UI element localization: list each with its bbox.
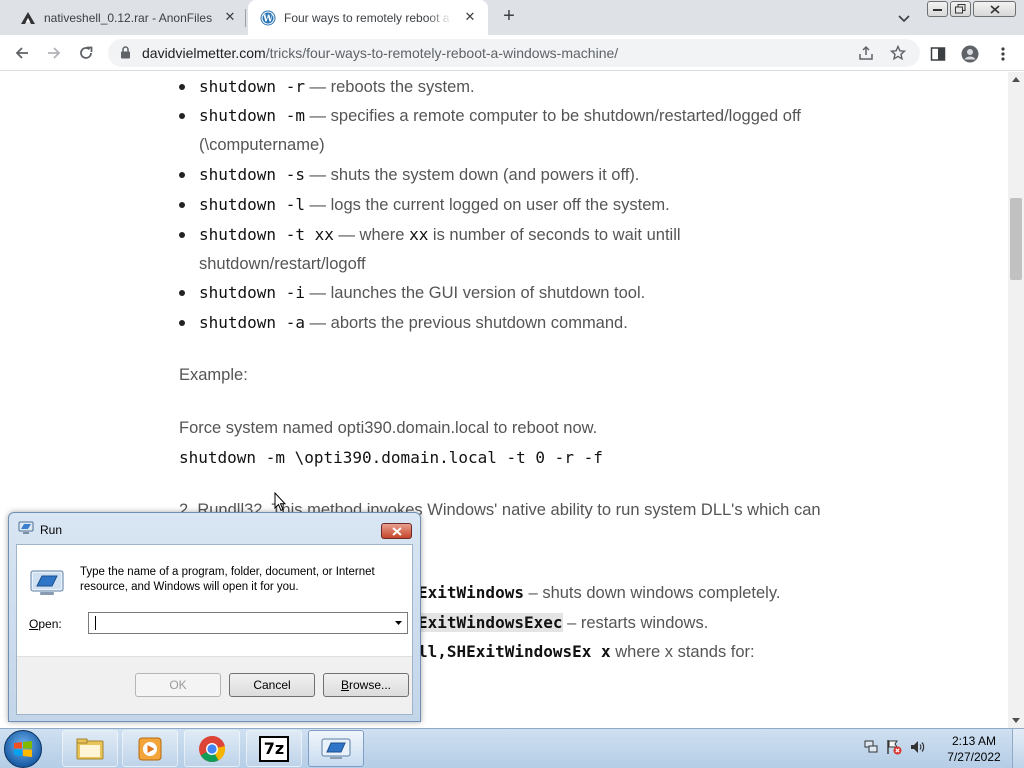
scroll-down-icon[interactable]	[1012, 718, 1020, 723]
taskbar-clock[interactable]: 2:13 AM 7/27/2022	[938, 733, 1010, 765]
action-center-flag-icon[interactable]	[886, 739, 902, 760]
restore-icon[interactable]	[950, 1, 971, 17]
tab-title: Four ways to remotely reboot a W	[284, 10, 452, 25]
system-tray	[864, 739, 926, 760]
bookmark-star-icon[interactable]	[889, 44, 907, 62]
list-item: shutdown -t xx — where xx is number of s…	[179, 220, 839, 279]
scroll-up-icon[interactable]	[1012, 77, 1020, 82]
dropdown-arrow-icon[interactable]	[389, 613, 407, 633]
file-explorer-icon	[76, 738, 104, 759]
clock-date: 7/27/2022	[947, 750, 1001, 764]
close-tab-icon[interactable]: ✕	[222, 9, 238, 25]
show-desktop-button[interactable]	[1012, 729, 1024, 768]
list-item: shutdown -m — specifies a remote compute…	[179, 101, 839, 160]
window-controls	[927, 1, 1016, 17]
wordpress-icon: W	[260, 10, 276, 26]
lock-icon[interactable]	[120, 46, 131, 64]
cancel-button[interactable]: Cancel	[229, 673, 315, 697]
chevron-down-icon[interactable]	[897, 10, 913, 24]
text-caret	[95, 616, 96, 630]
minimize-icon[interactable]	[927, 1, 948, 17]
tab-title: nativeshell_0.12.rar - AnonFiles	[44, 10, 213, 25]
tab-anonfiles[interactable]: nativeshell_0.12.rar - AnonFiles ✕	[0, 0, 248, 35]
page-scrollbar[interactable]	[1008, 72, 1024, 728]
example-command: shutdown -m \opti390.domain.local -t 0 -…	[179, 448, 603, 467]
url-text[interactable]: davidvielmetter.com/tricks/four-ways-to-…	[142, 45, 618, 61]
run-title-icon	[18, 521, 34, 538]
url-path: /tricks/four-ways-to-remotely-reboot-a-w…	[265, 45, 619, 61]
tab-article[interactable]: W Four ways to remotely reboot a W ✕	[248, 0, 488, 35]
network-icon[interactable]	[864, 740, 878, 759]
list-item: shutdown -i — launches the GUI version o…	[179, 278, 839, 308]
browser-toolbar: davidvielmetter.com/tricks/four-ways-to-…	[0, 35, 1024, 71]
open-combobox[interactable]	[88, 612, 408, 634]
tab-separator	[245, 9, 246, 27]
close-tab-icon[interactable]: ✕	[462, 9, 478, 25]
taskbar: 7z 2:13 AM 7/27/2022	[0, 728, 1024, 768]
more-menu-icon[interactable]	[994, 45, 1012, 63]
ok-button[interactable]: OK	[135, 673, 221, 697]
run-dialog: Run Type the name of a program, folder, …	[8, 512, 421, 722]
run-program-icon	[30, 570, 64, 596]
rundll-item: ll,SHExitWindowsEx x where x stands for:	[418, 642, 755, 661]
list-item: shutdown -r — reboots the system.	[179, 72, 839, 102]
svg-text:W: W	[262, 14, 274, 24]
taskbar-file-explorer[interactable]	[62, 730, 118, 767]
share-icon[interactable]	[857, 44, 875, 62]
reload-icon[interactable]	[74, 41, 98, 65]
run-dialog-icon	[321, 738, 351, 759]
list-item: shutdown -a — aborts the previous shutdo…	[179, 308, 839, 338]
media-player-icon	[138, 737, 162, 760]
taskbar-media-player[interactable]	[122, 730, 178, 767]
taskbar-run-dialog[interactable]	[308, 730, 364, 767]
dialog-titlebar: Run	[18, 521, 62, 538]
browse-button[interactable]: Browse...	[323, 673, 409, 697]
dialog-description: Type the name of a program, folder, docu…	[80, 566, 375, 593]
rundll-item: ExitWindows – shuts down windows complet…	[418, 583, 781, 602]
anonfiles-icon	[20, 10, 36, 26]
clock-time: 2:13 AM	[951, 734, 997, 748]
7zip-icon: 7z	[259, 735, 289, 762]
profile-avatar-icon[interactable]	[961, 45, 979, 63]
dialog-close-button[interactable]	[381, 523, 412, 539]
taskbar-7zip[interactable]: 7z	[246, 730, 302, 767]
new-tab-icon[interactable]: +	[498, 6, 520, 28]
tab-strip: nativeshell_0.12.rar - AnonFiles ✕ W Fou…	[0, 0, 1024, 35]
list-item: shutdown -l — logs the current logged on…	[179, 190, 839, 220]
list-item: shutdown -s — shuts the system down (and…	[179, 160, 839, 190]
rundll-item: ExitWindowsExec – restarts windows.	[418, 613, 709, 632]
chrome-icon	[199, 735, 226, 762]
close-window-icon[interactable]	[973, 1, 1016, 17]
dialog-body: Type the name of a program, folder, docu…	[16, 544, 413, 715]
back-arrow-icon[interactable]	[10, 41, 34, 65]
scrollbar-thumb[interactable]	[1010, 198, 1022, 280]
volume-icon[interactable]	[910, 740, 926, 759]
side-panel-icon[interactable]	[929, 45, 947, 63]
address-bar[interactable]: davidvielmetter.com/tricks/four-ways-to-…	[108, 39, 920, 67]
taskbar-chrome[interactable]	[184, 730, 240, 767]
example-text: Force system named opti390.domain.local …	[179, 419, 598, 437]
dialog-title: Run	[40, 522, 63, 537]
windows-logo-icon	[14, 741, 32, 757]
start-button[interactable]	[4, 730, 42, 768]
open-label: Open:	[29, 617, 62, 631]
url-host: davidvielmetter.com	[142, 45, 266, 61]
forward-arrow-icon[interactable]	[42, 41, 66, 65]
example-label: Example:	[179, 366, 248, 384]
